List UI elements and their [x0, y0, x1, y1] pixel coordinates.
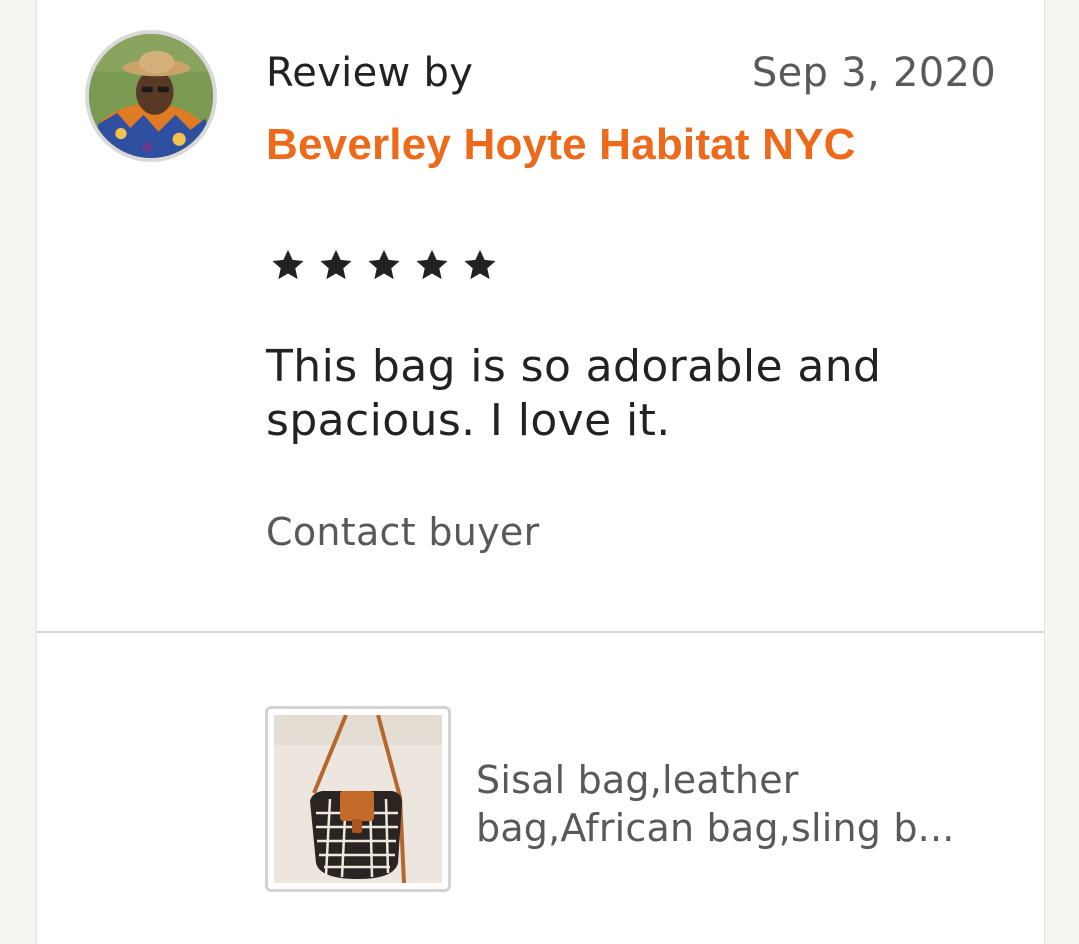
review-text: This bag is so adorable and spacious. I … — [266, 341, 882, 446]
star-icon — [272, 249, 304, 280]
listing-thumbnail[interactable] — [265, 706, 451, 892]
listing-title-link[interactable]: Sisal bag,leather bag,African bag,sling … — [476, 756, 996, 852]
reviewer-avatar[interactable] — [85, 30, 217, 162]
listing-image — [274, 715, 442, 883]
avatar-image — [89, 34, 213, 158]
star-icon — [320, 249, 352, 280]
review-by-label: Review by — [266, 50, 474, 96]
contact-buyer-link[interactable]: Contact buyer — [266, 510, 540, 554]
star-icon — [368, 249, 400, 280]
review-date: Sep 3, 2020 — [751, 50, 996, 96]
star-rating — [269, 246, 499, 284]
star-icon — [464, 249, 496, 280]
star-icon — [416, 249, 448, 280]
review-card: Review by Sep 3, 2020 Beverley Hoyte Hab… — [36, 0, 1045, 944]
section-divider — [37, 631, 1044, 633]
reviewer-name-link[interactable]: Beverley Hoyte Habitat NYC — [266, 120, 856, 170]
